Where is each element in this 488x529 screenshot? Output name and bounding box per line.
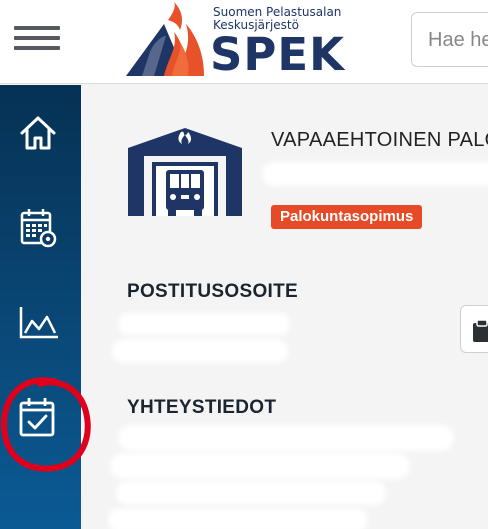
postal-address-heading: POSTITUSOSOITE — [127, 281, 298, 302]
top-header: Suomen Pelastusalan Keskusjärjestö SPEK … — [0, 0, 488, 84]
redacted-text — [110, 453, 410, 479]
sidebar-item-statistics[interactable] — [0, 289, 81, 359]
sidebar-item-calendar-settings[interactable] — [0, 193, 81, 263]
redacted-text — [116, 481, 386, 505]
sidebar-nav — [0, 85, 81, 529]
sidebar-item-tasks[interactable] — [0, 383, 81, 453]
area-chart-icon — [19, 307, 58, 339]
flame-triangle-logo-icon — [126, 2, 204, 76]
hamburger-menu-icon[interactable] — [14, 26, 60, 52]
calendar-check-icon — [19, 398, 55, 437]
sidebar-item-home[interactable] — [0, 99, 81, 169]
home-icon — [20, 116, 56, 150]
search-input[interactable]: Hae he — [411, 12, 488, 67]
redacted-text — [112, 339, 288, 363]
contact-info-heading: YHTEYSTIEDOT — [127, 397, 277, 418]
redacted-text — [108, 508, 368, 529]
redacted-text — [118, 425, 454, 451]
spek-logo[interactable]: Suomen Pelastusalan Keskusjärjestö SPEK — [124, 2, 344, 80]
redacted-text — [262, 162, 488, 186]
app-page: Suomen Pelastusalan Keskusjärjestö SPEK … — [0, 0, 488, 529]
fire-station-icon — [128, 128, 242, 216]
organization-name: VAPAAEHTOINEN PALO — [271, 129, 488, 151]
logo-wordmark: SPEK — [210, 28, 346, 81]
status-badge: Palokuntasopimus — [271, 205, 423, 229]
redacted-text — [118, 313, 290, 335]
calendar-gear-icon — [20, 209, 57, 248]
copy-address-button[interactable] — [460, 305, 488, 353]
clipboard-icon — [473, 319, 488, 342]
